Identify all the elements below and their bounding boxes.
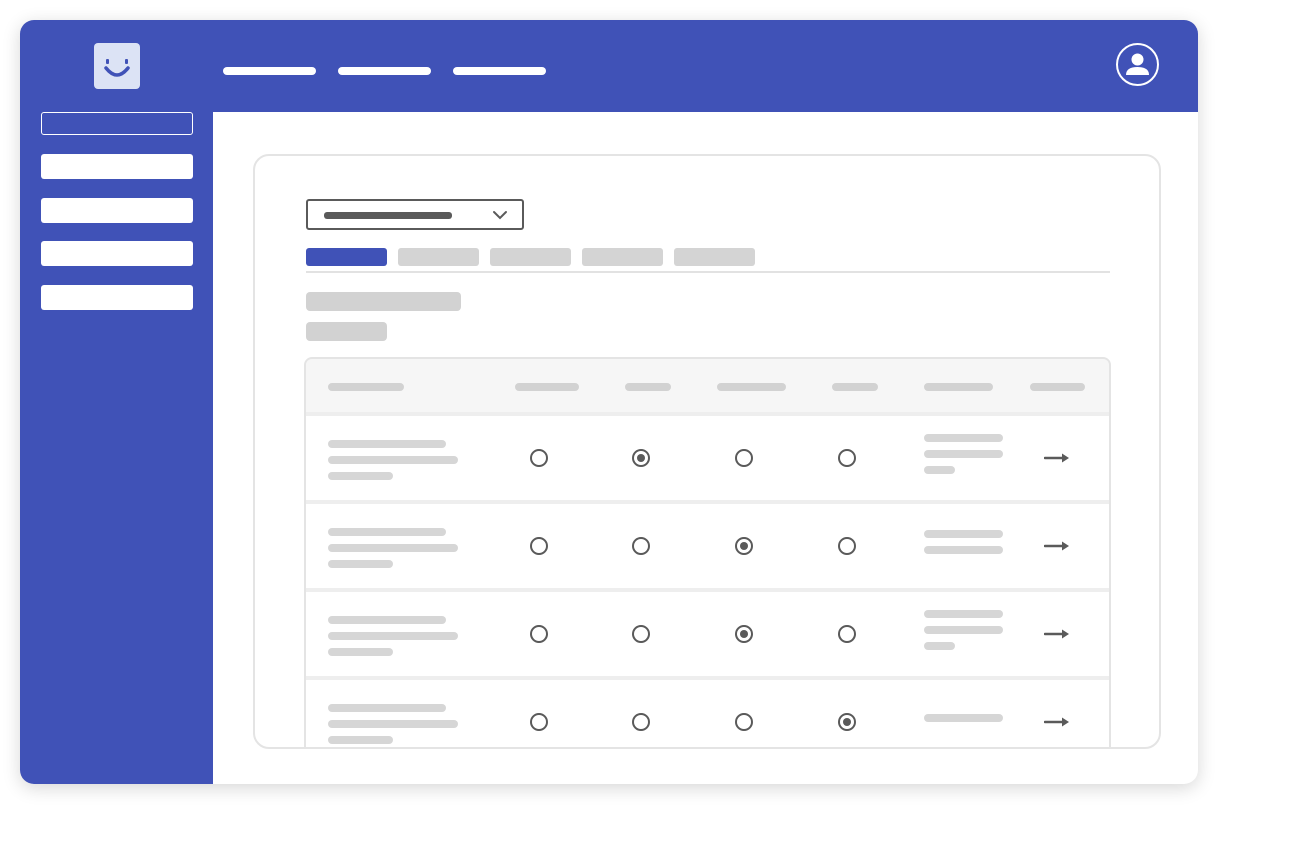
table-row	[306, 504, 1109, 588]
sidebar-item-3[interactable]	[41, 241, 193, 266]
option-radio-3[interactable]	[735, 537, 753, 555]
row-description-line	[328, 456, 458, 464]
chevron-down-icon	[493, 211, 507, 220]
app-window	[20, 20, 1198, 784]
option-radio-4[interactable]	[838, 449, 856, 467]
tab-5[interactable]	[674, 248, 755, 266]
row-description-line	[328, 472, 393, 480]
arrow-right-icon[interactable]	[1044, 452, 1071, 464]
nav-link-3[interactable]	[453, 67, 546, 75]
nav-link-1[interactable]	[223, 67, 316, 75]
filter-dropdown[interactable]	[306, 199, 524, 230]
sidebar-item-1[interactable]	[41, 154, 193, 179]
option-radio-4[interactable]	[838, 537, 856, 555]
tab-1[interactable]	[306, 248, 387, 266]
row-description-line	[328, 720, 458, 728]
column-header-4	[717, 383, 786, 391]
row-detail-line	[924, 626, 1003, 634]
table-row	[306, 416, 1109, 500]
row-description-line	[328, 528, 446, 536]
section-title	[306, 292, 461, 311]
arrow-right-icon[interactable]	[1044, 716, 1071, 728]
arrow-right-icon[interactable]	[1044, 540, 1071, 552]
content-card	[253, 154, 1161, 749]
option-radio-1[interactable]	[530, 713, 548, 731]
tab-2[interactable]	[398, 248, 479, 266]
row-description-line	[328, 544, 458, 552]
column-header-5	[832, 383, 878, 391]
option-radio-2[interactable]	[632, 625, 650, 643]
option-radio-2[interactable]	[632, 449, 650, 467]
option-radio-2[interactable]	[632, 713, 650, 731]
row-detail-line	[924, 466, 955, 474]
row-detail-line	[924, 530, 1003, 538]
user-account-button[interactable]	[1116, 43, 1159, 86]
row-detail-line	[924, 434, 1003, 442]
row-description-line	[328, 616, 446, 624]
row-description-line	[328, 440, 446, 448]
row-detail-line	[924, 450, 1003, 458]
option-radio-4[interactable]	[838, 625, 856, 643]
column-header-1	[328, 383, 404, 391]
logo[interactable]	[94, 43, 140, 89]
smiley-face-icon	[104, 59, 130, 77]
user-circle-icon	[1126, 53, 1149, 75]
tab-4[interactable]	[582, 248, 663, 266]
option-radio-1[interactable]	[530, 625, 548, 643]
row-description-line	[328, 648, 393, 656]
tab-divider	[306, 271, 1110, 273]
sidebar-item-4[interactable]	[41, 285, 193, 310]
dropdown-selected-value	[324, 212, 452, 219]
arrow-right-icon[interactable]	[1044, 628, 1071, 640]
row-detail-line	[924, 714, 1003, 722]
column-header-3	[625, 383, 671, 391]
option-radio-2[interactable]	[632, 537, 650, 555]
row-description-line	[328, 736, 393, 744]
top-navigation-bar	[213, 20, 1198, 112]
sidebar-search-input[interactable]	[41, 112, 193, 135]
table-row	[306, 592, 1109, 676]
option-radio-3[interactable]	[735, 713, 753, 731]
column-header-7	[1030, 383, 1085, 391]
option-radio-3[interactable]	[735, 449, 753, 467]
option-radio-1[interactable]	[530, 537, 548, 555]
data-table	[304, 357, 1111, 747]
row-description-line	[328, 560, 393, 568]
row-detail-line	[924, 642, 955, 650]
table-header	[306, 359, 1109, 412]
option-radio-3[interactable]	[735, 625, 753, 643]
row-description-line	[328, 704, 446, 712]
row-description-line	[328, 632, 458, 640]
option-radio-1[interactable]	[530, 449, 548, 467]
row-detail-line	[924, 546, 1003, 554]
column-header-2	[515, 383, 579, 391]
column-header-6	[924, 383, 993, 391]
option-radio-4[interactable]	[838, 713, 856, 731]
sidebar-item-2[interactable]	[41, 198, 193, 223]
table-row	[306, 680, 1109, 747]
row-detail-line	[924, 610, 1003, 618]
section-subtitle	[306, 322, 387, 341]
nav-link-2[interactable]	[338, 67, 431, 75]
tab-3[interactable]	[490, 248, 571, 266]
sidebar	[20, 20, 213, 784]
